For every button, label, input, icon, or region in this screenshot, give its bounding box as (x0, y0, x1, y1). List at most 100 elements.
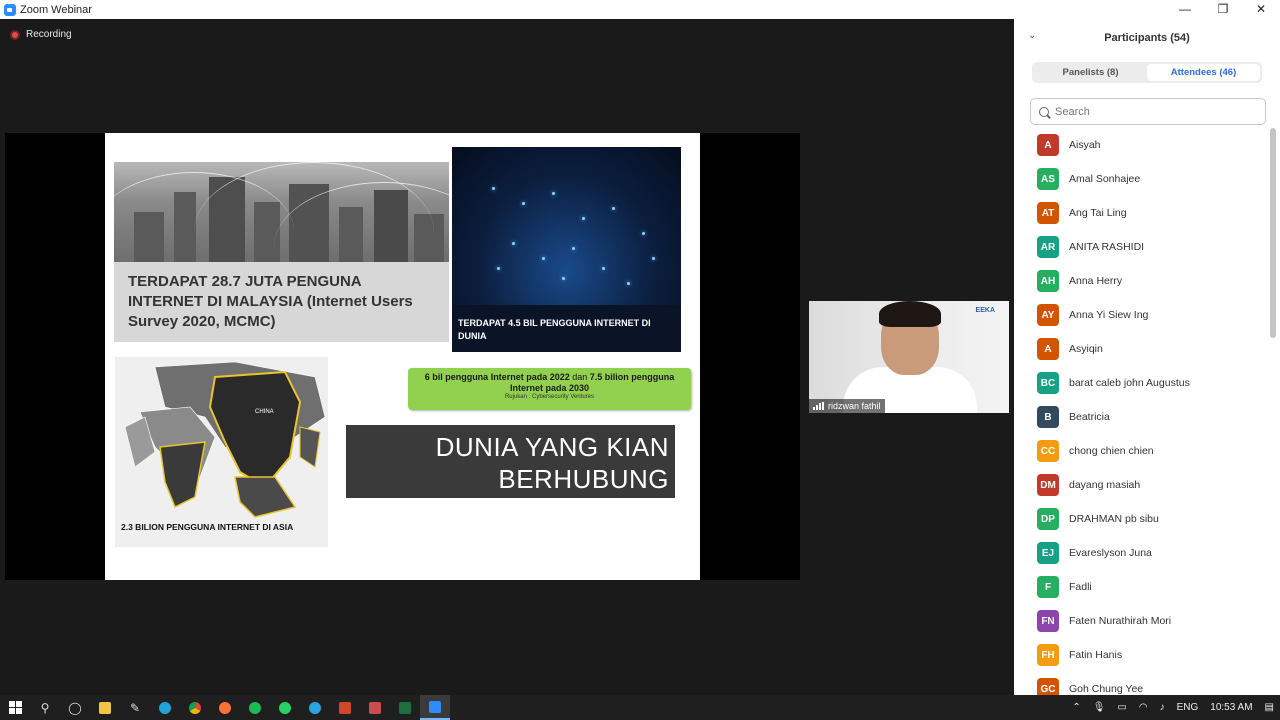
avatar: CC (1037, 440, 1059, 462)
avatar: AT (1037, 202, 1059, 224)
system-tray: ⌃ 🎙 ▭ ◠ ♪ ENG 10:53 AM ▤ (1066, 695, 1280, 720)
avatar: A (1037, 338, 1059, 360)
avatar: AY (1037, 304, 1059, 326)
participant-row[interactable]: AR ANITA RASHIDI (1014, 230, 1270, 264)
participant-name: DRAHMAN pb sibu (1069, 513, 1159, 525)
volume-icon[interactable]: ♪ (1160, 702, 1165, 713)
app-icon[interactable] (360, 695, 390, 720)
search-input[interactable] (1055, 105, 1255, 118)
avatar: A (1037, 134, 1059, 156)
wifi-icon[interactable]: ◠ (1139, 702, 1148, 713)
maximize-button[interactable]: ❐ (1204, 0, 1242, 19)
projection-text-and: dan (572, 372, 588, 382)
tab-panelists[interactable]: Panelists (8) (1034, 64, 1147, 81)
powerpoint-icon[interactable] (330, 695, 360, 720)
collapse-chevron-icon[interactable]: ⌄ (1028, 30, 1036, 41)
avatar: F (1037, 576, 1059, 598)
avatar: DM (1037, 474, 1059, 496)
participant-row[interactable]: A Asyiqin (1014, 332, 1270, 366)
slide-title-line1: DUNIA YANG KIAN (435, 432, 669, 462)
zoom-icon[interactable] (420, 695, 450, 720)
language-indicator[interactable]: ENG (1177, 702, 1199, 713)
participant-name: Anna Yi Siew Ing (1069, 309, 1149, 321)
battery-icon[interactable]: ▭ (1117, 702, 1126, 713)
stylus-app-icon[interactable]: ✎ (120, 695, 150, 720)
video-logo: EEKA (975, 307, 995, 314)
slide-title-box: DUNIA YANG KIAN BERHUBUNG (346, 425, 675, 498)
participant-row[interactable]: A Aisyah (1014, 128, 1270, 162)
avatar: AH (1037, 270, 1059, 292)
speaker-name: ridzwan fathil (828, 401, 881, 411)
projection-text-2022: 6 bil pengguna Internet pada 2022 (424, 372, 570, 382)
participant-row[interactable]: B Beatricia (1014, 400, 1270, 434)
participant-name: Ang Tai Ling (1069, 207, 1127, 219)
participant-search (1030, 98, 1266, 125)
participant-row[interactable]: FH Fatin Hanis (1014, 638, 1270, 672)
participant-list-scrollbar[interactable] (1270, 128, 1276, 338)
participant-row[interactable]: DM dayang masiah (1014, 468, 1270, 502)
chrome-icon[interactable] (180, 695, 210, 720)
projection-box: 6 bil pengguna Internet pada 2022 dan 7.… (408, 368, 691, 410)
malaysia-stat-box: TERDAPAT 28.7 JUTA PENGUNA INTERNET DI M… (114, 262, 449, 342)
video-name-bar: ridzwan fathil (809, 399, 885, 413)
participant-row[interactable]: AY Anna Yi Siew Ing (1014, 298, 1270, 332)
clock[interactable]: 10:53 AM (1210, 702, 1252, 713)
excel-icon[interactable] (390, 695, 420, 720)
recording-label: Recording (26, 29, 72, 40)
participant-row[interactable]: F Fadli (1014, 570, 1270, 604)
participant-row[interactable]: AH Anna Herry (1014, 264, 1270, 298)
participant-name: Aisyah (1069, 139, 1101, 151)
avatar: FH (1037, 644, 1059, 666)
avatar: DP (1037, 508, 1059, 530)
avatar: BC (1037, 372, 1059, 394)
participant-row[interactable]: AS Amal Sonhajee (1014, 162, 1270, 196)
asia-stat-label: 2.3 BILION PENGGUNA INTERNET DI ASIA (121, 522, 294, 532)
slide-title-line2: BERHUBUNG (498, 464, 669, 494)
telegram-icon[interactable] (300, 695, 330, 720)
speaker-video-tile[interactable]: EEKA ridzwan fathil (809, 301, 1009, 413)
screen-share-area[interactable]: TERDAPAT 28.7 JUTA PENGUNA INTERNET DI M… (5, 133, 800, 580)
malaysia-stat-text: TERDAPAT 28.7 JUTA PENGUNA INTERNET DI M… (128, 273, 413, 330)
minimize-button[interactable]: — (1166, 0, 1204, 19)
avatar: GC (1037, 678, 1059, 695)
spotify-icon[interactable] (240, 695, 270, 720)
firefox-icon[interactable] (210, 695, 240, 720)
whatsapp-icon[interactable] (270, 695, 300, 720)
participant-name: Fadli (1069, 581, 1092, 593)
close-button[interactable]: ✕ (1242, 0, 1280, 19)
participant-row[interactable]: CC chong chien chien (1014, 434, 1270, 468)
tab-attendees[interactable]: Attendees (46) (1147, 64, 1260, 81)
participant-name: chong chien chien (1069, 445, 1154, 457)
notification-icon[interactable]: ▤ (1265, 702, 1274, 713)
asia-map-image: CHINA 2.3 BILION PENGGUNA INTERNET DI AS… (115, 357, 328, 547)
microphone-icon[interactable]: 🎙 (1093, 702, 1106, 713)
world-stat-label: TERDAPAT 4.5 BIL PENGGUNA INTERNET DI DU… (452, 305, 681, 352)
participant-tabs: Panelists (8) Attendees (46) (1032, 62, 1262, 83)
participant-name: Amal Sonhajee (1069, 173, 1141, 185)
participant-row[interactable]: EJ Evareslyson Juna (1014, 536, 1270, 570)
avatar: AR (1037, 236, 1059, 258)
avatar: EJ (1037, 542, 1059, 564)
avatar: AS (1037, 168, 1059, 190)
edge-icon[interactable] (150, 695, 180, 720)
participant-name: Anna Herry (1069, 275, 1123, 287)
participant-row[interactable]: AT Ang Tai Ling (1014, 196, 1270, 230)
world-network-image: TERDAPAT 4.5 BIL PENGGUNA INTERNET DI DU… (452, 147, 681, 352)
show-hidden-icons-icon[interactable]: ⌃ (1072, 702, 1080, 713)
meeting-stage: Recording TERDAPAT 28.7 JUTA PENGUNA INT… (0, 19, 1014, 695)
cortana-icon[interactable]: ◯ (60, 695, 90, 720)
participant-name: Fatin Hanis (1069, 649, 1123, 661)
participant-row[interactable]: GC Goh Chung Yee (1014, 672, 1270, 695)
participants-title: Participants (54) (1104, 32, 1190, 44)
windows-icon[interactable] (0, 695, 30, 720)
projection-reference: Rujukan : Cybersecurity Ventures (504, 394, 595, 400)
search-icon[interactable]: ⚲ (30, 695, 60, 720)
speaker-hair (879, 301, 941, 327)
file-explorer-icon[interactable] (90, 695, 120, 720)
participant-row[interactable]: FN Faten Nurathirah Mori (1014, 604, 1270, 638)
recording-indicator[interactable]: Recording (10, 29, 72, 40)
participant-name: Faten Nurathirah Mori (1069, 615, 1172, 627)
participant-row[interactable]: DP DRAHMAN pb sibu (1014, 502, 1270, 536)
recording-dot-icon (10, 29, 20, 40)
participant-row[interactable]: BC barat caleb john Augustus (1014, 366, 1270, 400)
